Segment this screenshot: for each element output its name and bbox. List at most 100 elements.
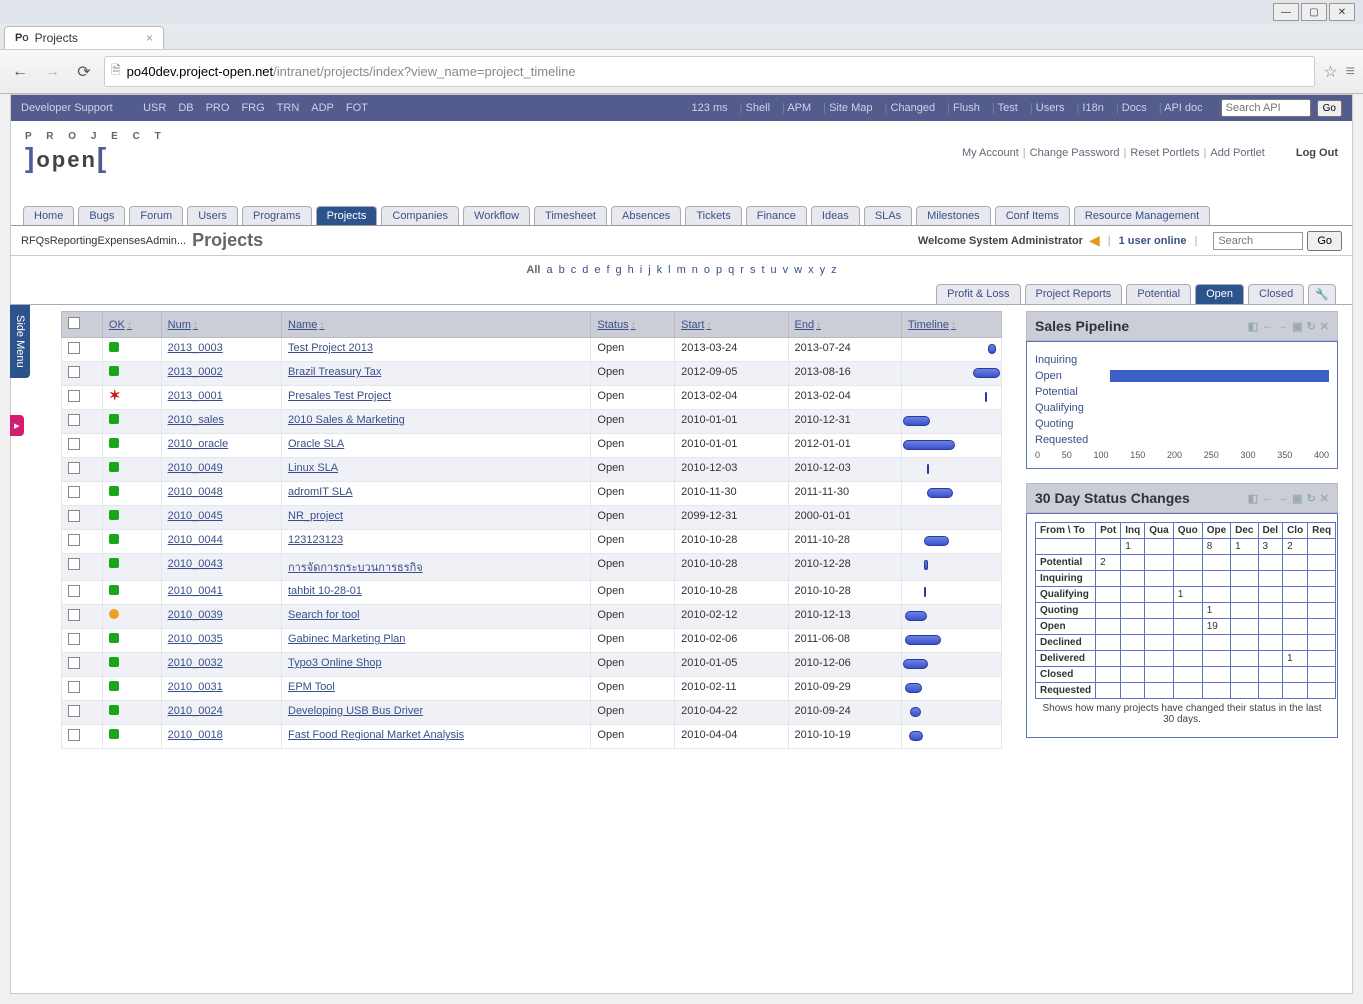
dev-link-flush[interactable]: Flush [953, 102, 980, 114]
row-checkbox[interactable] [68, 414, 80, 426]
viewtab-settings-icon[interactable]: 🔧 [1308, 284, 1336, 304]
tab-bugs[interactable]: Bugs [78, 206, 125, 225]
forward-button[interactable]: → [40, 60, 64, 84]
tab-home[interactable]: Home [23, 206, 74, 225]
viewtab-open[interactable]: Open [1195, 284, 1244, 304]
alpha-filter-j[interactable]: j [648, 264, 650, 276]
alpha-filter-y[interactable]: y [820, 264, 826, 276]
dev-link-adp[interactable]: ADP [311, 102, 334, 114]
tab-timesheet[interactable]: Timesheet [534, 206, 607, 225]
dev-link-123-ms[interactable]: 123 ms [692, 102, 728, 114]
alpha-filter-k[interactable]: k [657, 264, 663, 276]
row-checkbox[interactable] [68, 585, 80, 597]
pipeline-label[interactable]: Qualifying [1035, 402, 1125, 414]
project-name-link[interactable]: tahbit 10-28-01 [288, 585, 362, 597]
select-all-checkbox[interactable] [68, 317, 80, 329]
side-menu-toggle[interactable]: Side Menu [10, 305, 30, 378]
row-checkbox[interactable] [68, 657, 80, 669]
tab-rfqs[interactable]: RFQs [21, 235, 50, 247]
project-num-link[interactable]: 2010_0035 [168, 633, 223, 645]
viewtab-closed[interactable]: Closed [1248, 284, 1304, 304]
alpha-filter-e[interactable]: e [594, 264, 600, 276]
alpha-filter-l[interactable]: l [668, 264, 670, 276]
header-link-my-account[interactable]: My Account [962, 147, 1019, 159]
users-online-link[interactable]: 1 user online [1119, 235, 1187, 247]
tab-conf-items[interactable]: Conf Items [995, 206, 1070, 225]
address-bar[interactable]: 🗎 po40dev.project-open.net/intranet/proj… [104, 56, 1315, 87]
project-num-link[interactable]: 2010_oracle [168, 438, 229, 450]
project-name-link[interactable]: adromIT SLA [288, 486, 353, 498]
project-name-link[interactable]: EPM Tool [288, 681, 335, 693]
chrome-menu-icon[interactable]: ≡ [1346, 63, 1355, 81]
project-name-link[interactable]: Search for tool [288, 609, 360, 621]
dev-link-pro[interactable]: PRO [206, 102, 230, 114]
alpha-filter-d[interactable]: d [582, 264, 588, 276]
alpha-filter-s[interactable]: s [750, 264, 756, 276]
tab-forum[interactable]: Forum [129, 206, 183, 225]
window-maximize-button[interactable]: ▢ [1301, 3, 1327, 21]
pipeline-label[interactable]: Quoting [1035, 418, 1125, 430]
alpha-filter-all[interactable]: All [526, 264, 540, 276]
alpha-filter-h[interactable]: h [628, 264, 634, 276]
tab-programs[interactable]: Programs [242, 206, 312, 225]
project-num-link[interactable]: 2010_0044 [168, 534, 223, 546]
dev-link-api-doc[interactable]: API doc [1164, 102, 1203, 114]
project-num-link[interactable]: 2010_0018 [168, 729, 223, 741]
alpha-filter-q[interactable]: q [728, 264, 734, 276]
col-header-end[interactable]: End↕ [788, 312, 901, 338]
project-num-link[interactable]: 2010_0024 [168, 705, 223, 717]
project-num-link[interactable]: 2010_0032 [168, 657, 223, 669]
alpha-filter-r[interactable]: r [740, 264, 744, 276]
alpha-filter-c[interactable]: c [571, 264, 577, 276]
logo[interactable]: P R O J E C T ]open[ [25, 131, 167, 174]
browser-tab[interactable]: PO Projects × [4, 26, 164, 49]
project-num-link[interactable]: 2010_0049 [168, 462, 223, 474]
notification-bell-icon[interactable]: ◀ [1089, 232, 1100, 249]
alpha-filter-t[interactable]: t [761, 264, 764, 276]
search-api-go-button[interactable]: Go [1317, 100, 1342, 117]
side-handle-icon[interactable]: ▸ [10, 415, 24, 436]
dev-link-frg[interactable]: FRG [241, 102, 264, 114]
row-checkbox[interactable] [68, 390, 80, 402]
project-name-link[interactable]: Developing USB Bus Driver [288, 705, 423, 717]
tab-close-icon[interactable]: × [146, 31, 153, 45]
row-checkbox[interactable] [68, 534, 80, 546]
back-button[interactable]: ← [8, 60, 32, 84]
window-close-button[interactable]: ✕ [1329, 3, 1355, 21]
project-num-link[interactable]: 2010_0048 [168, 486, 223, 498]
row-checkbox[interactable] [68, 633, 80, 645]
tab-resource-management[interactable]: Resource Management [1074, 206, 1210, 225]
row-checkbox[interactable] [68, 510, 80, 522]
tab-tickets[interactable]: Tickets [685, 206, 741, 225]
project-name-link[interactable]: Linux SLA [288, 462, 338, 474]
dev-link-developer-support[interactable]: Developer Support [21, 102, 113, 114]
pipeline-label[interactable]: Potential [1035, 386, 1125, 398]
project-num-link[interactable]: 2013_0003 [168, 342, 223, 354]
tab--[interactable]: ... [177, 235, 186, 247]
row-checkbox[interactable] [68, 342, 80, 354]
col-header-ok[interactable]: OK↕ [102, 312, 161, 338]
tab-companies[interactable]: Companies [381, 206, 459, 225]
dev-link-users[interactable]: Users [1036, 102, 1065, 114]
alpha-filter-z[interactable]: z [831, 264, 837, 276]
project-name-link[interactable]: การจัดการกระบวนการธรกิจ [288, 562, 423, 574]
project-num-link[interactable]: 2010_0041 [168, 585, 223, 597]
alpha-filter-n[interactable]: n [692, 264, 698, 276]
dev-link-shell[interactable]: Shell [746, 102, 770, 114]
tab-projects[interactable]: Projects [316, 206, 378, 225]
alpha-filter-a[interactable]: a [546, 264, 552, 276]
alpha-filter-v[interactable]: v [783, 264, 789, 276]
header-link-change-password[interactable]: Change Password [1030, 147, 1120, 159]
project-name-link[interactable]: Typo3 Online Shop [288, 657, 382, 669]
viewtab-profit-loss[interactable]: Profit & Loss [936, 284, 1020, 304]
project-name-link[interactable]: 123123123 [288, 534, 343, 546]
alpha-filter-i[interactable]: i [640, 264, 642, 276]
col-header-timeline[interactable]: Timeline↕ [901, 312, 1001, 338]
project-name-link[interactable]: NR_project [288, 510, 343, 522]
dev-link-db[interactable]: DB [178, 102, 193, 114]
row-checkbox[interactable] [68, 558, 80, 570]
dev-link-apm[interactable]: APM [787, 102, 811, 114]
col-header-name[interactable]: Name↕ [282, 312, 591, 338]
dev-link-changed[interactable]: Changed [890, 102, 935, 114]
project-num-link[interactable]: 2010_0045 [168, 510, 223, 522]
